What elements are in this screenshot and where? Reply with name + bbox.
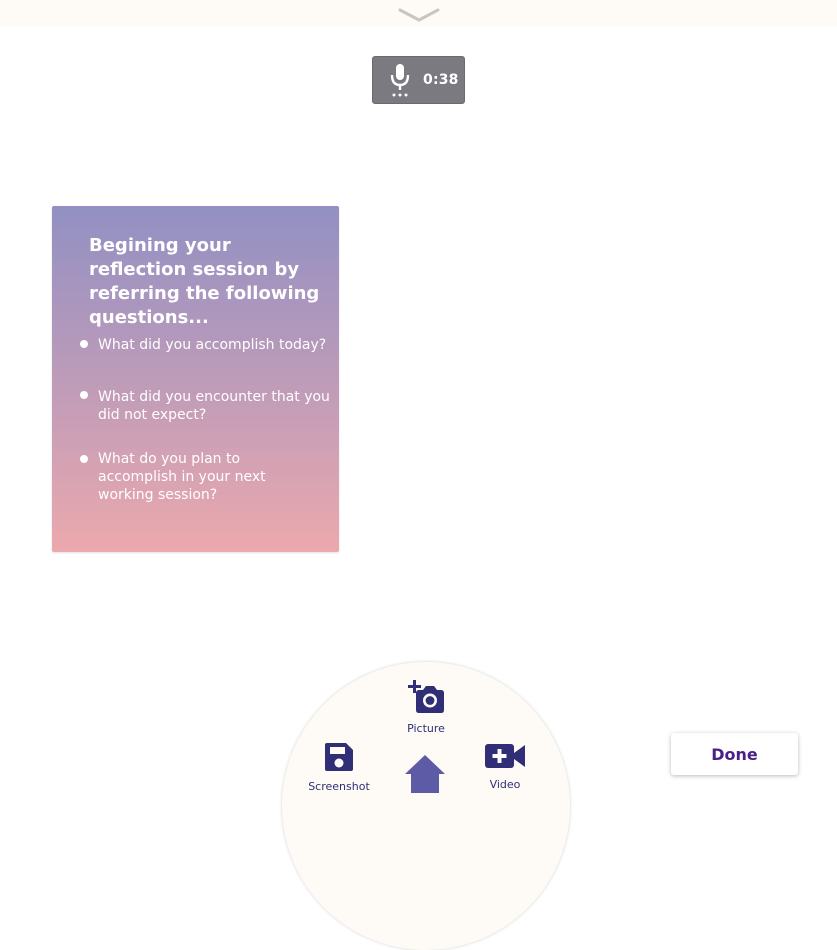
add-photo-icon [408,680,444,713]
recording-indicator[interactable]: 0:38 [372,56,465,104]
save-icon [325,743,353,771]
home-icon [405,755,445,793]
screenshot-label: Screenshot [308,780,370,793]
add-video-icon [485,744,525,768]
question-item: What did you accomplish today? [98,337,327,353]
video-button[interactable]: Video [482,742,528,791]
question-item: What do you plan to accomplish in your n… [98,451,266,503]
video-label: Video [489,778,521,791]
done-button[interactable]: Done [671,733,798,775]
bullet-icon [80,391,88,399]
home-button[interactable] [403,753,447,797]
bullet-icon [80,340,88,348]
recording-time: 0:38 [423,72,459,88]
chevron-down-icon[interactable] [397,4,441,24]
picture-label: Picture [407,722,445,735]
microphone-icon [390,64,410,97]
question-item: What did you encounter that you did not … [98,389,330,423]
bullet-icon [80,455,88,463]
reflection-card-title: Begining your reflection session by refe… [89,235,320,328]
screenshot-button[interactable]: Screenshot [303,742,375,793]
top-bar [0,0,837,27]
picture-button[interactable]: Picture [400,680,452,735]
reflection-card: Begining your reflection session by refe… [52,206,339,552]
